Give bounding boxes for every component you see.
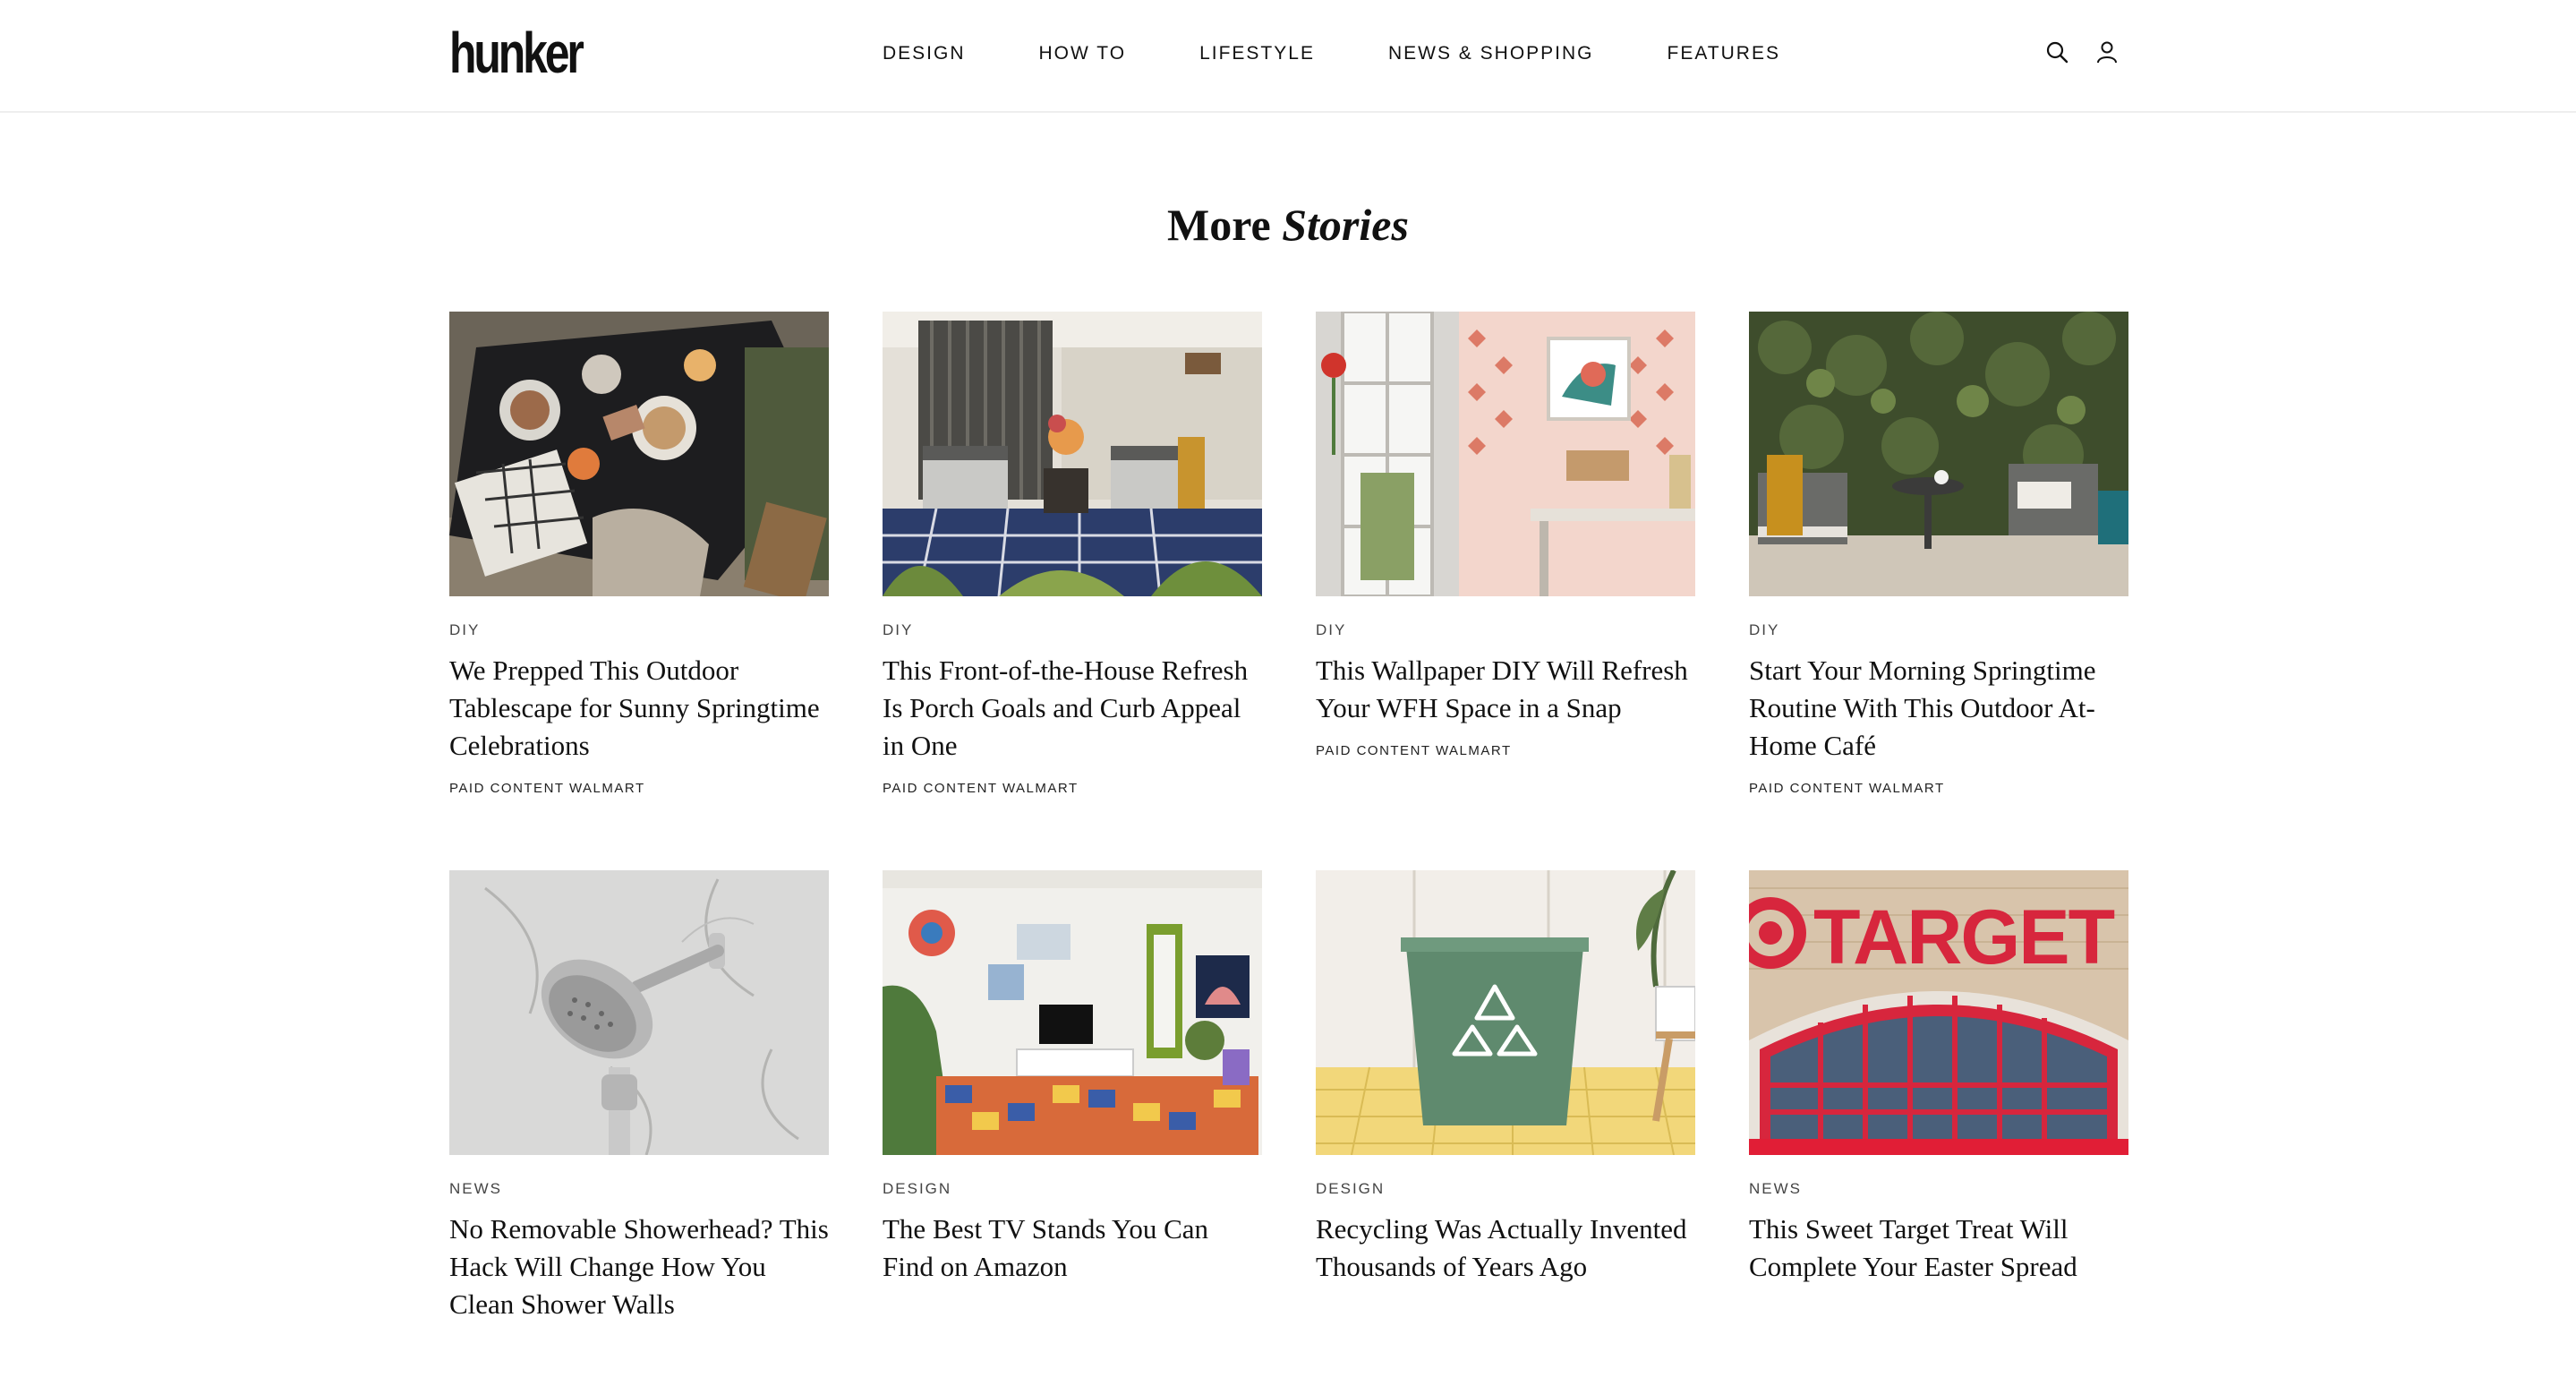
story-category: DESIGN: [1316, 1180, 1386, 1197]
nav-features[interactable]: FEATURES: [1668, 43, 1780, 64]
story-image-porch-chairs[interactable]: [883, 312, 1262, 596]
target-sign-text: TARGET: [1813, 894, 2115, 980]
story-image-recycling-bin[interactable]: [1316, 870, 1695, 1155]
search-icon[interactable]: [2044, 39, 2069, 64]
story-headline[interactable]: No Removable Showerhead? This Hack Will …: [449, 1211, 829, 1323]
story-headline[interactable]: This Wallpaper DIY Will Refresh Your WFH…: [1316, 652, 1695, 727]
sponsor-label: PAID CONTENT WALMART: [449, 781, 645, 796]
story-image-target-store[interactable]: TARGET: [1749, 870, 2128, 1155]
story-headline[interactable]: Recycling Was Actually Invented Thousand…: [1316, 1211, 1695, 1286]
story-card[interactable]: NEWS No Removable Showerhead? This Hack …: [449, 870, 829, 1323]
story-category: DIY: [1316, 621, 1347, 638]
nav-how-to[interactable]: HOW TO: [1039, 43, 1127, 64]
story-card[interactable]: DESIGN The Best TV Stands You Can Find o…: [883, 870, 1262, 1286]
story-image-wallpaper-desk[interactable]: [1316, 312, 1695, 596]
account-icon[interactable]: [2094, 39, 2120, 64]
story-card[interactable]: TARGET NEWS This Sweet Target Treat Will…: [1749, 870, 2128, 1286]
story-image-tv-stand-room[interactable]: [883, 870, 1262, 1155]
nav-news-shopping[interactable]: NEWS & SHOPPING: [1388, 43, 1594, 64]
heading-regular: More: [1167, 200, 1271, 250]
story-headline[interactable]: The Best TV Stands You Can Find on Amazo…: [883, 1211, 1262, 1286]
story-category: DIY: [1749, 621, 1780, 638]
story-image-outdoor-cafe[interactable]: [1749, 312, 2128, 596]
story-category: DIY: [449, 621, 481, 638]
story-headline[interactable]: This Front-of-the-House Refresh Is Porch…: [883, 652, 1262, 765]
site-header: hunker ™ DESIGN HOW TO LIFESTYLE NEWS & …: [0, 0, 2576, 113]
sponsor-label: PAID CONTENT WALMART: [1749, 781, 1945, 796]
sponsor-label: PAID CONTENT WALMART: [1316, 743, 1512, 758]
main-nav: DESIGN HOW TO LIFESTYLE NEWS & SHOPPING …: [883, 0, 1780, 107]
story-card[interactable]: DESIGN Recycling Was Actually Invented T…: [1316, 870, 1695, 1286]
nav-lifestyle[interactable]: LIFESTYLE: [1199, 43, 1315, 64]
story-category: DIY: [883, 621, 914, 638]
story-headline[interactable]: We Prepped This Outdoor Tablescape for S…: [449, 652, 829, 765]
heading-italic: Stories: [1282, 200, 1409, 250]
story-headline[interactable]: Start Your Morning Springtime Routine Wi…: [1749, 652, 2128, 765]
more-stories-heading: More Stories: [0, 199, 2576, 251]
story-card[interactable]: DIY We Prepped This Outdoor Tablescape f…: [449, 312, 829, 796]
story-card[interactable]: DIY Start Your Morning Springtime Routin…: [1749, 312, 2128, 796]
nav-design[interactable]: DESIGN: [883, 43, 966, 64]
sponsor-label: PAID CONTENT WALMART: [883, 781, 1079, 796]
story-category: NEWS: [1749, 1180, 1802, 1197]
story-card[interactable]: DIY This Front-of-the-House Refresh Is P…: [883, 312, 1262, 796]
story-category: DESIGN: [883, 1180, 952, 1197]
header-actions: [2044, 39, 2120, 64]
logo-trademark: ™: [557, 68, 564, 76]
story-image-showerhead[interactable]: [449, 870, 829, 1155]
story-category: NEWS: [449, 1180, 502, 1197]
story-card[interactable]: DIY This Wallpaper DIY Will Refresh Your…: [1316, 312, 1695, 758]
story-headline[interactable]: This Sweet Target Treat Will Complete Yo…: [1749, 1211, 2128, 1286]
story-image-outdoor-tablescape[interactable]: [449, 312, 829, 596]
